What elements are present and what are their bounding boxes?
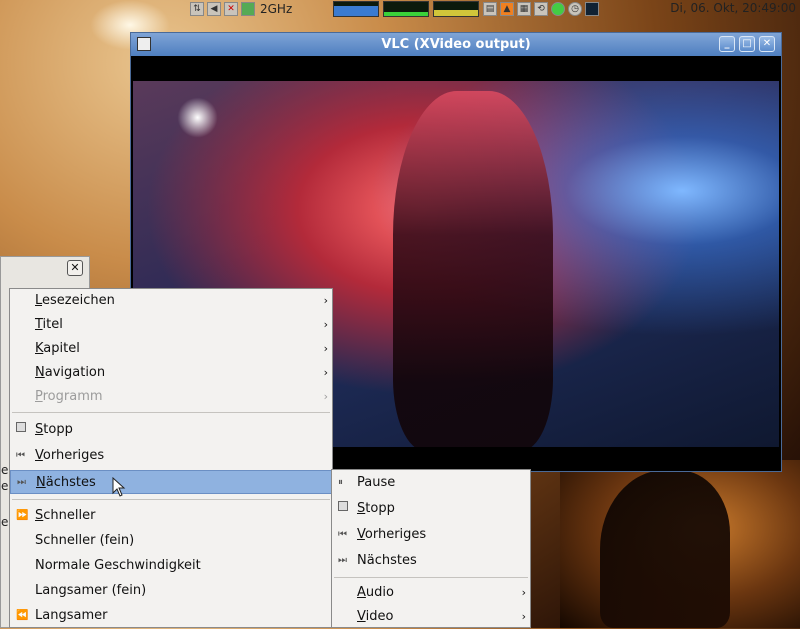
submenu-item-video[interactable]: Video › (332, 605, 530, 629)
submenu-item-pause[interactable]: ⏸ Pause (332, 471, 530, 495)
chevron-right-icon: › (323, 366, 328, 379)
cpu-frequency: 2GHz (260, 2, 293, 16)
vlc-cone-icon[interactable]: ▲ (500, 2, 514, 16)
skip-previous-icon: ⏮ (338, 529, 347, 540)
menu-item-lesezeichen[interactable]: Lesezeichen › (10, 289, 332, 313)
menu-item-stopp[interactable]: Stopp (10, 418, 332, 442)
video-performer (393, 91, 553, 447)
panel-clock[interactable]: Di, 06. Okt, 20:49:00 (670, 1, 796, 15)
pause-icon: ⏸ (338, 477, 343, 488)
window-title: VLC (XVideo output) (381, 37, 531, 52)
chevron-right-icon: › (323, 390, 328, 403)
submenu-item-naechstes[interactable]: ⏭ Nächstes (332, 549, 530, 573)
stop-icon (338, 497, 348, 521)
wallpaper-guitarist-silhouette (600, 470, 730, 628)
fast-forward-icon: ⏩ (16, 510, 29, 521)
submenu-item-audio[interactable]: Audio › (332, 581, 530, 605)
menu-item-langsamer[interactable]: ⏪ Langsamer (10, 604, 332, 628)
menu-item-schneller[interactable]: ⏩ Schneller (10, 504, 332, 528)
print-icon[interactable]: ▦ (517, 2, 531, 16)
menu-item-schneller-fein[interactable]: Schneller (fein) (10, 529, 332, 553)
menu-item-kapitel[interactable]: Kapitel › (10, 337, 332, 361)
dialog-close-button[interactable]: ✕ (67, 260, 83, 276)
menu-separator (12, 499, 330, 500)
window-menu-icon[interactable] (137, 37, 151, 51)
menu-item-naechstes[interactable]: ⏭ Nächstes (10, 470, 332, 494)
chevron-right-icon: › (323, 342, 328, 355)
submenu-item-vorheriges[interactable]: ⏮ Vorheriges (332, 523, 530, 547)
network-icon[interactable]: ⇅ (190, 2, 204, 16)
top-panel: ⇅ ◀ ✕ 2GHz ▤ ▲ ▦ ⟲ ◷ Di, 06. Okt, 20:49:… (0, 0, 800, 18)
vlc-titlebar[interactable]: VLC (XVideo output) _ □ ✕ (131, 33, 781, 56)
disk-monitor-graph[interactable] (433, 1, 479, 17)
menu-item-langsamer-fein[interactable]: Langsamer (fein) (10, 579, 332, 603)
skip-next-icon: ⏭ (338, 555, 347, 566)
chevron-right-icon: › (323, 318, 328, 331)
chevron-right-icon: › (521, 586, 526, 599)
clipboard-icon[interactable]: ▤ (483, 2, 497, 16)
playback-submenu: ⏸ Pause Stopp ⏮ Vorheriges ⏭ Nächstes Au… (331, 469, 531, 628)
battery-icon[interactable] (241, 2, 255, 16)
menu-item-titel[interactable]: Titel › (10, 313, 332, 337)
chevron-right-icon: › (323, 294, 328, 307)
maximize-button[interactable]: □ (739, 36, 755, 52)
mouse-cursor-icon (112, 477, 126, 497)
menu-item-vorheriges[interactable]: ⏮ Vorheriges (10, 444, 332, 468)
system-tray-right: ▤ ▲ ▦ ⟲ ◷ (483, 0, 602, 18)
cpu-monitor-graph[interactable] (333, 1, 379, 17)
close-button[interactable]: ✕ (759, 36, 775, 52)
stop-icon (16, 418, 26, 442)
system-monitors (333, 0, 483, 18)
menu-item-navigation[interactable]: Navigation › (10, 361, 332, 385)
clock-app-icon[interactable]: ◷ (568, 2, 582, 16)
terminal-icon[interactable] (585, 2, 599, 16)
submenu-item-stopp[interactable]: Stopp (332, 497, 530, 521)
minimize-button[interactable]: _ (719, 36, 735, 52)
volume-icon[interactable]: ◀ (207, 2, 221, 16)
memory-monitor-graph[interactable] (383, 1, 429, 17)
status-green-icon[interactable] (551, 2, 565, 16)
chevron-right-icon: › (521, 610, 526, 623)
rewind-icon: ⏪ (16, 610, 29, 621)
menu-separator (12, 412, 330, 413)
skip-next-icon: ⏭ (17, 477, 26, 488)
updates-icon[interactable]: ⟲ (534, 2, 548, 16)
menu-item-programm: Programm › (10, 385, 332, 409)
skip-previous-icon: ⏮ (16, 450, 25, 461)
menu-separator (334, 577, 528, 578)
menu-item-normale-geschwindigkeit[interactable]: Normale Geschwindigkeit (10, 554, 332, 578)
context-menu: Lesezeichen › Titel › Kapitel › Navigati… (9, 288, 333, 628)
system-tray-left: ⇅ ◀ ✕ 2GHz (190, 0, 292, 18)
mute-icon[interactable]: ✕ (224, 2, 238, 16)
